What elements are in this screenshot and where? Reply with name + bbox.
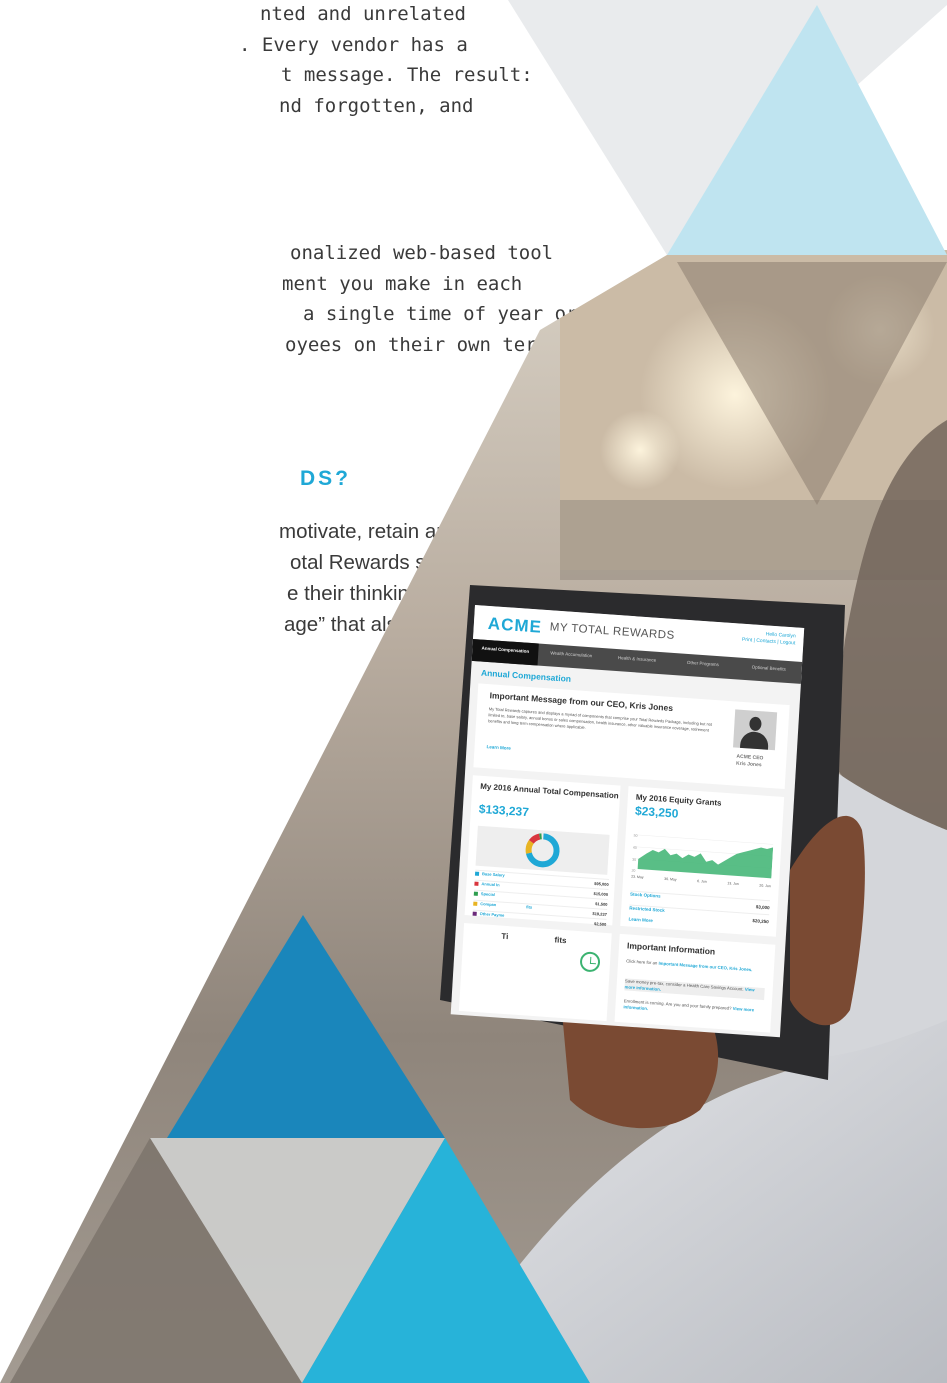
y-tick: 20 bbox=[631, 869, 635, 873]
legend-value: $15,000 bbox=[593, 890, 609, 897]
legend-label: Special bbox=[480, 891, 496, 898]
equity-row-label: Stock Options bbox=[629, 891, 661, 899]
compensation-title: My 2016 Annual Total Compensation bbox=[479, 781, 619, 801]
info-item[interactable]: Save money pre-tax, consider a Health Ca… bbox=[624, 978, 765, 1001]
info-text: Click here for an bbox=[626, 958, 659, 966]
legend-label: Base Salary bbox=[481, 871, 505, 878]
avatar bbox=[733, 709, 778, 751]
time-title-right: fits bbox=[554, 935, 567, 946]
tab-health-insurance[interactable]: Health & Insurance bbox=[603, 648, 670, 675]
donut-chart bbox=[525, 833, 560, 868]
section-title: Annual Compensation bbox=[480, 667, 572, 684]
y-tick: 30 bbox=[632, 858, 636, 862]
equity-row-value: $20,250 bbox=[752, 918, 769, 925]
equity-area bbox=[637, 847, 774, 879]
x-tick: 6. Jun bbox=[697, 879, 707, 884]
brochure-page: nted and unrelated . Every vendor has a … bbox=[0, 0, 947, 1383]
legend-value: $1,500 bbox=[595, 901, 608, 907]
tab-optional-benefits[interactable]: Optional Benefits bbox=[735, 657, 802, 684]
x-tick: 30. May bbox=[664, 876, 677, 882]
info-item[interactable]: Click here for an Important Message from… bbox=[626, 958, 766, 974]
tab-other-programs[interactable]: Other Programs bbox=[669, 653, 736, 680]
compensation-legend: Base Salary $95,000 Annual In $15,000 Spec… bbox=[472, 869, 609, 929]
equity-learn-more-link[interactable]: Learn More bbox=[629, 916, 654, 923]
app-title: MY TOTAL REWARDS bbox=[549, 621, 676, 642]
legend-value: $2,500 bbox=[593, 921, 607, 927]
user-greeting: Hello Carolyn Print | Contacts | Logout bbox=[742, 630, 796, 648]
legend-label: Annual In bbox=[481, 881, 500, 888]
x-tick: 20. Jun bbox=[759, 883, 771, 889]
info-item[interactable]: Enrollment is coming. Are you and your f… bbox=[623, 998, 763, 1020]
equity-value: $23,250 bbox=[634, 803, 679, 821]
legend-value: $95,000 bbox=[594, 880, 609, 887]
tablet-screen: ACME MY TOTAL REWARDS Hello Carolyn Prin… bbox=[450, 605, 805, 1038]
equity-card: My 2016 Equity Grants $23,250 50 40 30 2… bbox=[620, 786, 785, 937]
important-info-card: Important Information Click here for an … bbox=[614, 933, 776, 1033]
clock-icon bbox=[579, 951, 601, 973]
time-title-left: Ti bbox=[501, 931, 509, 942]
legend-value: $19,237 bbox=[592, 910, 608, 917]
compensation-value: $133,237 bbox=[478, 801, 530, 820]
ceo-message-body: My Total Rewards captures and displays a… bbox=[488, 706, 713, 733]
equity-area-chart[interactable]: 50 40 30 20 bbox=[631, 829, 774, 883]
info-link[interactable]: Important Message from our CEO, Kris Jon… bbox=[658, 961, 752, 973]
acme-logo[interactable]: ACME bbox=[487, 614, 542, 638]
y-tick: 40 bbox=[633, 846, 637, 850]
legend-label: Compan bbox=[480, 901, 497, 908]
ceo-message-card: Important Message from our CEO, Kris Jon… bbox=[473, 683, 790, 790]
x-tick: 23. May bbox=[631, 874, 644, 880]
info-title: Important Information bbox=[626, 940, 716, 957]
time-benefits-card: Ti fits bbox=[458, 922, 612, 1022]
equity-row-value: $3,000 bbox=[755, 904, 770, 911]
tab-wealth-accumulation[interactable]: Wealth Accumulation bbox=[538, 644, 605, 671]
ceo-caption: ACME CEO Kris Jones bbox=[736, 754, 764, 770]
equity-row-label: Restricted Stock bbox=[629, 905, 665, 913]
y-tick: 50 bbox=[633, 834, 637, 838]
tab-annual-compensation[interactable]: Annual Compensation bbox=[471, 638, 539, 666]
time-benefits-title: Ti fits bbox=[471, 930, 567, 946]
legend-label: Other Payme bbox=[479, 911, 505, 918]
ceo-name: Kris Jones bbox=[735, 760, 762, 769]
learn-more-link[interactable]: Learn More bbox=[486, 744, 511, 751]
compensation-card: My 2016 Annual Total Compensation $133,2… bbox=[464, 775, 621, 929]
legend-label-suffix: fits bbox=[526, 904, 533, 910]
donut-panel bbox=[475, 825, 610, 875]
tablet: ACME MY TOTAL REWARDS Hello Carolyn Prin… bbox=[449, 605, 824, 1069]
x-tick: 13. Jun bbox=[727, 881, 739, 887]
